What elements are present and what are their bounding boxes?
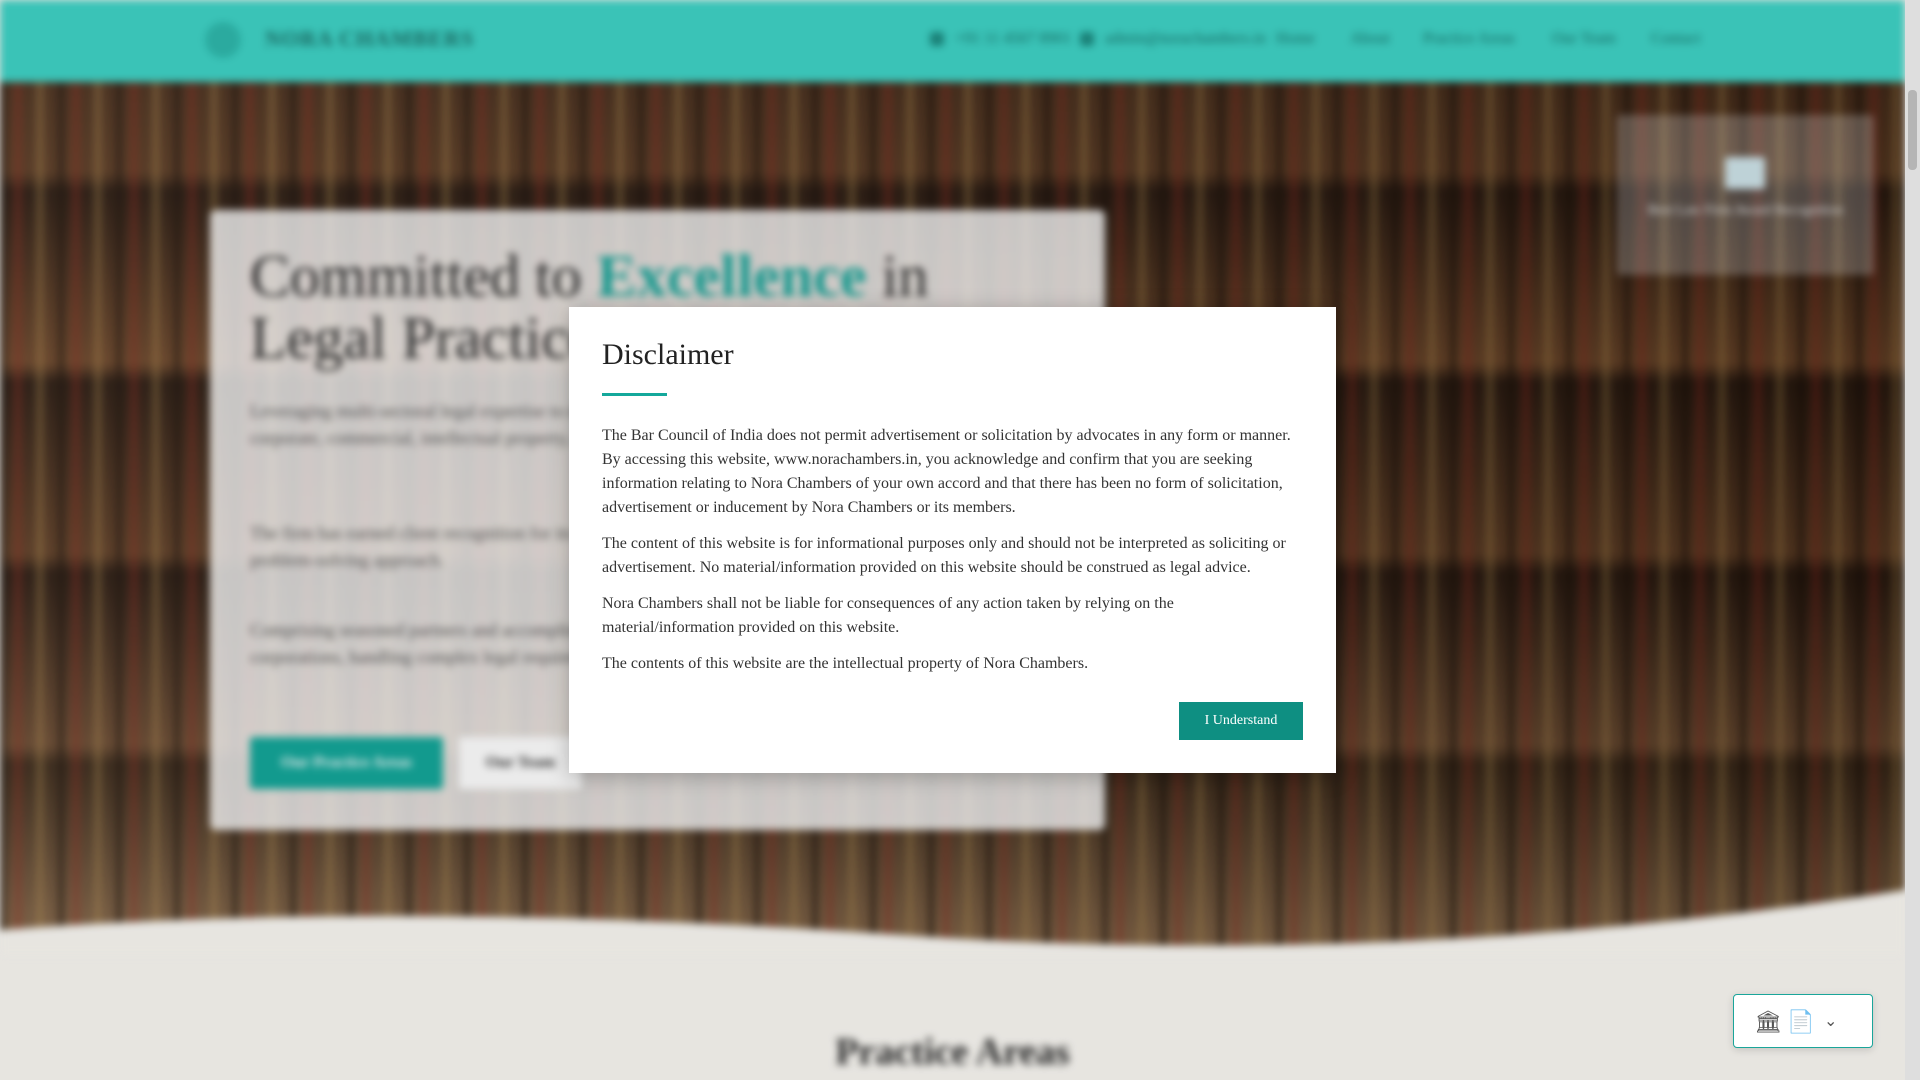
disclaimer-title: Disclaimer [602, 338, 734, 371]
document-icon[interactable]: 📄 [1787, 1009, 1814, 1035]
title-underline [602, 393, 667, 396]
chevron-down-icon[interactable]: ⌄ [1824, 1011, 1837, 1031]
floating-widget[interactable]: 🏛 📄 ⌄ [1733, 994, 1873, 1048]
disclaimer-paragraph-4: The contents of this website are the int… [602, 655, 1089, 672]
disclaimer-paragraph-3: Nora Chambers shall not be liable for co… [602, 595, 1174, 636]
disclaimer-modal: Disclaimer The Bar Council of India does… [569, 307, 1336, 773]
disclaimer-paragraph-1: The Bar Council of India does not permit… [602, 427, 1291, 516]
bank-icon[interactable]: 🏛 [1754, 1009, 1782, 1035]
disclaimer-paragraph-2: The content of this website is for infor… [602, 535, 1286, 576]
i-understand-button[interactable]: I Understand [1179, 702, 1303, 740]
